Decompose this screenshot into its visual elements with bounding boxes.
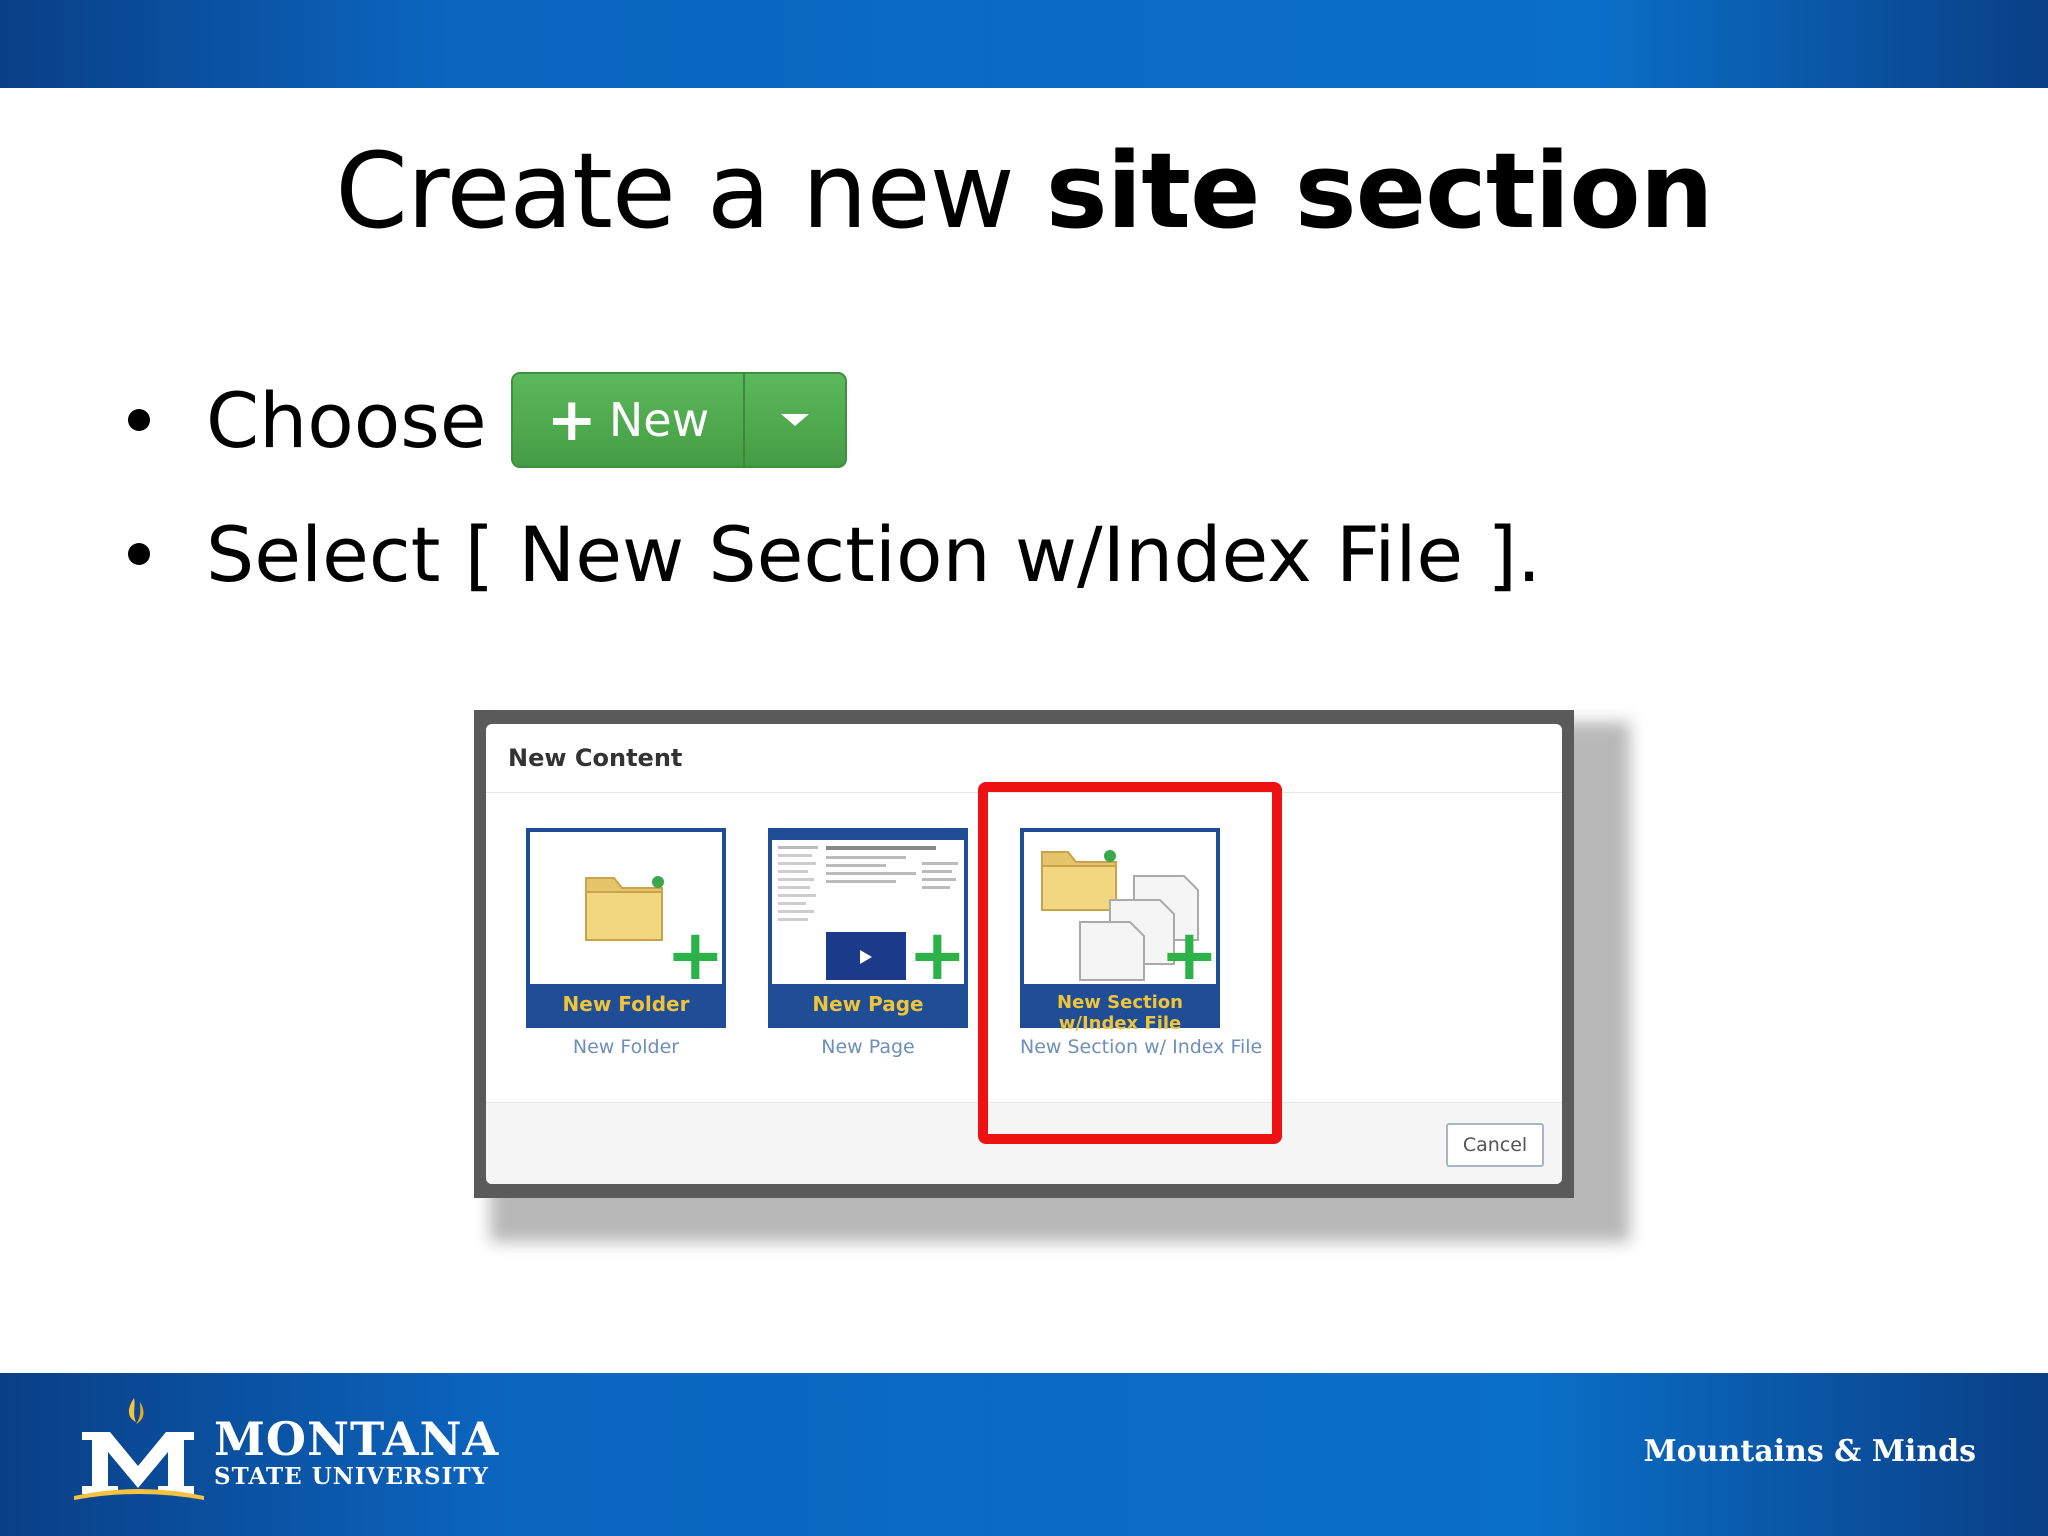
cancel-button[interactable]: Cancel — [1446, 1123, 1544, 1167]
tile-card[interactable]: + New Folder — [526, 828, 726, 1028]
select-text: Select [ New Section w/Index File ]. — [206, 509, 1542, 599]
tile-preview: + — [530, 832, 722, 984]
tile-new-folder[interactable]: + New Folder New Folder — [526, 828, 726, 1058]
green-plus-icon: + — [666, 914, 722, 984]
title-normal-text: Create a new — [335, 130, 1046, 252]
choose-text: Choose — [206, 375, 487, 465]
plus-icon: + — [546, 385, 597, 455]
tile-preview: + — [772, 832, 964, 984]
bullet-choose: Choose + New — [120, 372, 1541, 468]
new-button[interactable]: + New — [510, 372, 848, 468]
tile-card[interactable]: + New Page — [768, 828, 968, 1028]
title-bold-text: site section — [1045, 130, 1714, 252]
tile-label: New Folder — [562, 992, 690, 1016]
tagline: Mountains & Minds — [1643, 1434, 1977, 1469]
caret-down-icon — [781, 414, 810, 426]
green-plus-icon: + — [908, 914, 964, 984]
tile-label: New Page — [812, 992, 924, 1016]
montana-m-logo-icon — [74, 1398, 204, 1500]
bullet-dot — [128, 543, 150, 565]
highlight-box — [978, 782, 1282, 1144]
tile-new-page[interactable]: + New Page New Page — [768, 828, 968, 1058]
logo-name: MONTANA — [214, 1412, 500, 1466]
tile-caption[interactable]: New Folder — [526, 1036, 726, 1058]
top-banner — [0, 0, 2048, 88]
new-button-main[interactable]: + New — [513, 374, 744, 466]
tile-caption[interactable]: New Page — [768, 1036, 968, 1058]
new-button-dropdown[interactable] — [743, 374, 845, 466]
bullet-list: Choose + New Select [ New Section w/Inde… — [120, 372, 1541, 640]
new-button-label: New — [608, 393, 710, 447]
dialog-title: New Content — [508, 744, 683, 772]
bullet-select: Select [ New Section w/Index File ]. — [120, 506, 1541, 602]
bullet-dot — [128, 409, 150, 431]
logo-subtitle: STATE UNIVERSITY — [214, 1463, 489, 1490]
slide-title: Create a new site section — [0, 130, 2048, 252]
